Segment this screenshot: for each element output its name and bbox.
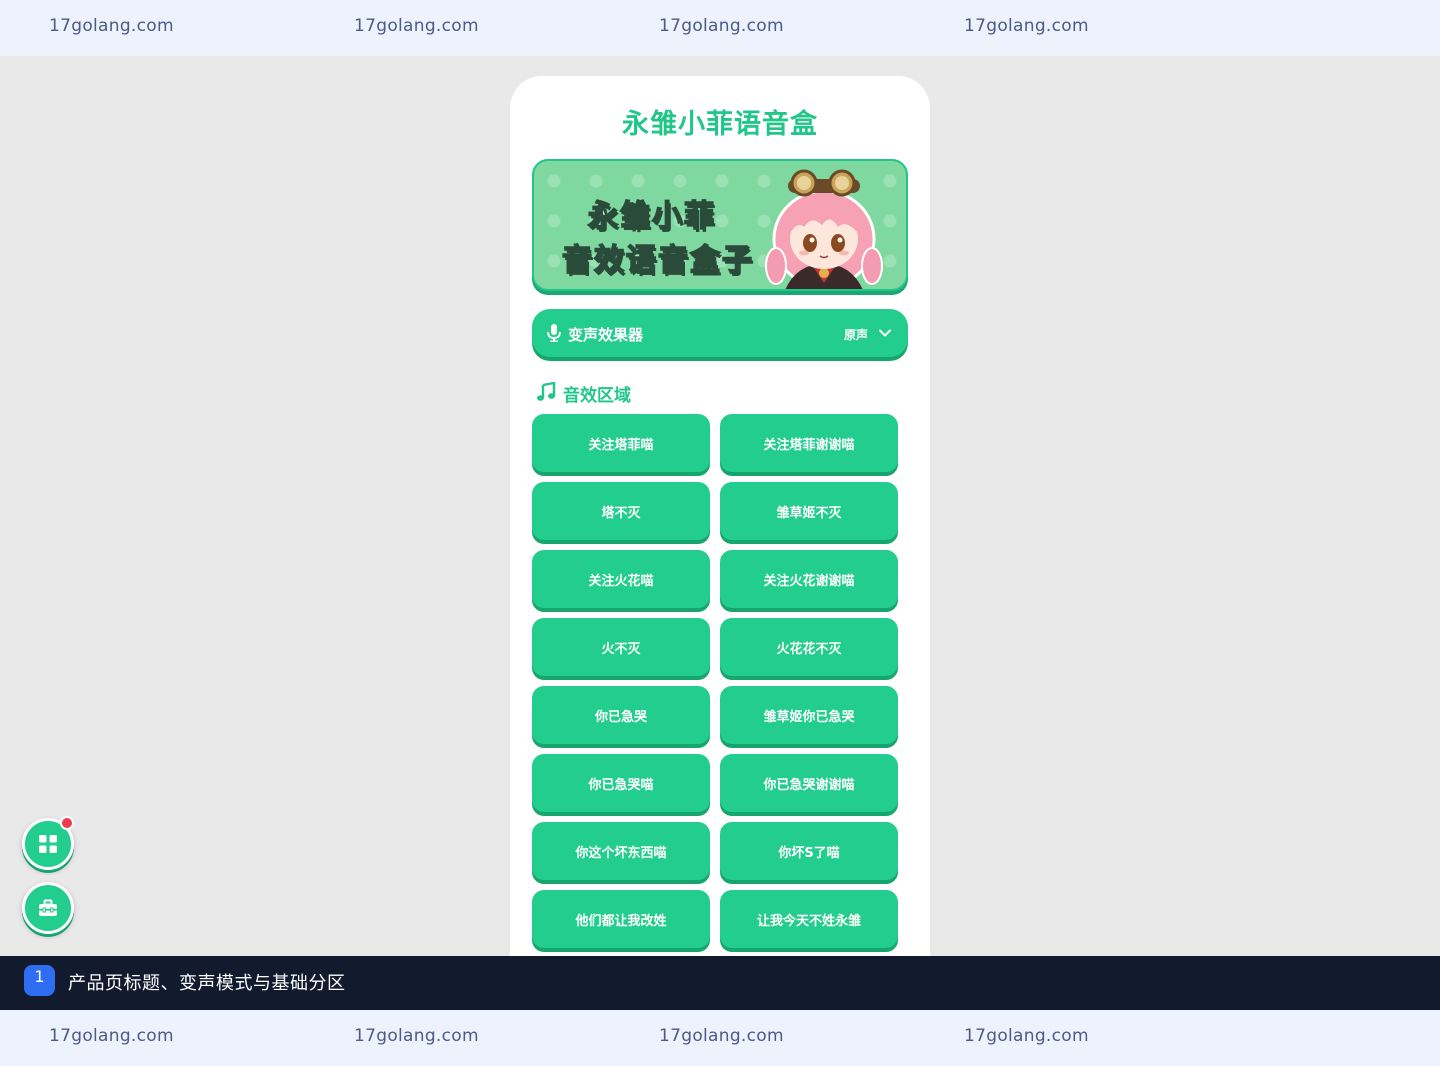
- watermark-text: 17golang.com: [964, 16, 1089, 36]
- caption-bar: 1 产品页标题、变声模式与基础分区: [0, 956, 1440, 1010]
- caption-text: 产品页标题、变声模式与基础分区: [68, 973, 346, 994]
- watermark-text: 17golang.com: [49, 16, 174, 36]
- step-number-badge: 1: [24, 965, 55, 996]
- banner-title: 永雏小菲: [587, 198, 716, 235]
- sound-button[interactable]: 关注塔菲喵: [532, 414, 710, 472]
- sound-button[interactable]: 塔不灭: [532, 482, 710, 540]
- sound-button[interactable]: 你已急哭: [532, 686, 710, 744]
- watermark-text: 17golang.com: [49, 1026, 174, 1046]
- watermark-text: 17golang.com: [354, 1026, 479, 1046]
- toolbox-fab-button[interactable]: [22, 882, 74, 934]
- sound-button[interactable]: 他们都让我改姓: [532, 890, 710, 948]
- notification-badge: [60, 816, 74, 830]
- app-panel: 永雏小菲语音盒 永雏小菲 音效语音盒子 变声效果器 原声 音效区域 关注塔菲喵 …: [510, 76, 930, 976]
- sound-button[interactable]: 火花花不灭: [720, 618, 898, 676]
- sound-button[interactable]: 关注火花喵: [532, 550, 710, 608]
- watermark-text: 17golang.com: [354, 16, 479, 36]
- sound-button[interactable]: 雏草姬不灭: [720, 482, 898, 540]
- voice-changer-label: 变声效果器: [568, 326, 644, 344]
- voice-mode-value: 原声: [843, 328, 868, 342]
- microphone-icon: [547, 324, 561, 342]
- voice-changer-select[interactable]: 变声效果器 原声: [532, 309, 908, 357]
- sound-button[interactable]: 火不灭: [532, 618, 710, 676]
- watermark-text: 17golang.com: [964, 1026, 1089, 1046]
- toolbox-icon: [39, 899, 57, 916]
- sound-button[interactable]: 你这个坏东西喵: [532, 822, 710, 880]
- chevron-down-icon: [879, 329, 891, 337]
- sound-button[interactable]: 你已急哭喵: [532, 754, 710, 812]
- apps-fab-button[interactable]: [22, 816, 74, 870]
- music-note-icon: [537, 382, 556, 401]
- watermark-bar-top: 17golang.com 17golang.com 17golang.com 1…: [0, 0, 1440, 56]
- watermark-text: 17golang.com: [659, 16, 784, 36]
- grid-icon: [39, 835, 57, 853]
- hero-banner: 永雏小菲 音效语音盒子: [532, 159, 908, 291]
- page-title: 永雏小菲语音盒: [622, 109, 818, 140]
- watermark-text: 17golang.com: [659, 1026, 784, 1046]
- sound-button[interactable]: 关注火花谢谢喵: [720, 550, 898, 608]
- sound-button[interactable]: 你已急哭谢谢喵: [720, 754, 898, 812]
- sound-button[interactable]: 关注塔菲谢谢喵: [720, 414, 898, 472]
- mascot-illustration: [765, 169, 883, 289]
- sound-button[interactable]: 你坏S了喵: [720, 822, 898, 880]
- watermark-bar-bottom: 17golang.com 17golang.com 17golang.com 1…: [0, 1010, 1440, 1066]
- sound-button[interactable]: 让我今天不姓永雏: [720, 890, 898, 948]
- sound-section-title: 音效区域: [563, 386, 631, 406]
- banner-subtitle: 音效语音盒子: [561, 242, 754, 279]
- sound-button[interactable]: 雏草姬你已急哭: [720, 686, 898, 744]
